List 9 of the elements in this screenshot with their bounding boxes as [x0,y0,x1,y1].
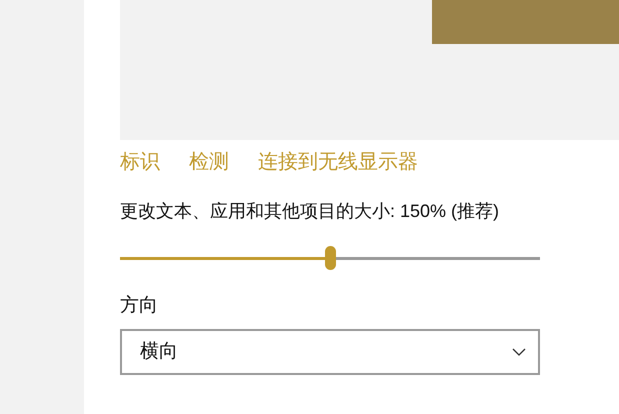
orientation-label: 方向 [120,296,159,315]
scale-label: 更改文本、应用和其他项目的大小: 150% (推荐) [120,202,500,220]
link[interactable]: 检测 [189,152,229,172]
chevron-down-icon [512,348,526,356]
slider-thumb[interactable] [325,246,336,270]
link[interactable]: 标识 [120,152,160,172]
orientation-dropdown[interactable]: 横向 [120,329,540,375]
scale-slider[interactable] [120,246,540,270]
link[interactable]: 连接到无线显示器 [258,152,418,172]
